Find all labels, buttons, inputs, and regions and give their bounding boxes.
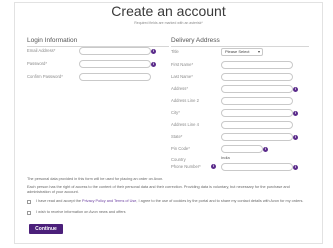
last-name-label: Last Name* xyxy=(171,74,193,79)
privacy-notice: The personal data provided in this form … xyxy=(27,177,164,181)
password-field[interactable] xyxy=(79,60,151,68)
delivery-heading: Delivery Address xyxy=(171,37,220,44)
terms-text-post: , I agree to the use of cookies by the p… xyxy=(136,199,304,203)
info-icon[interactable]: i xyxy=(151,62,156,67)
email-field[interactable] xyxy=(79,47,151,55)
address-field[interactable] xyxy=(221,85,293,93)
address-line2-field[interactable] xyxy=(221,97,293,105)
page-title: Create an account xyxy=(111,3,226,19)
first-name-label: First Name* xyxy=(171,62,194,67)
info-icon[interactable]: i xyxy=(211,164,216,169)
password-label: Password* xyxy=(27,61,48,66)
last-name-field[interactable] xyxy=(221,73,293,81)
phone-field[interactable] xyxy=(221,163,293,171)
address-line4-label: Address Line 4 xyxy=(171,122,199,127)
newsletter-checkbox[interactable] xyxy=(27,211,31,215)
continue-button[interactable]: Continue xyxy=(29,224,63,234)
title-select-value: Please Select xyxy=(225,49,250,54)
confirm-password-label: Confirm Password* xyxy=(27,74,63,79)
terms-checkbox[interactable] xyxy=(27,200,31,204)
page: Create an account Required fields are ma… xyxy=(0,0,333,248)
info-icon[interactable]: i xyxy=(293,87,298,92)
account-form-card: Create an account Required fields are ma… xyxy=(14,2,323,244)
pin-code-label: Pin Code* xyxy=(171,146,190,151)
delivery-divider xyxy=(171,46,309,47)
address-label: Address* xyxy=(171,86,188,91)
info-icon[interactable]: i xyxy=(263,147,268,152)
info-icon[interactable]: i xyxy=(293,135,298,140)
pin-code-field[interactable] xyxy=(221,145,263,153)
country-label: Country xyxy=(171,157,186,162)
login-heading: Login Information xyxy=(27,37,78,44)
terms-text-pre: I have read and accept the xyxy=(36,199,81,203)
first-name-field[interactable] xyxy=(221,61,293,69)
title-select[interactable]: Please Select ▾ xyxy=(221,48,263,56)
chevron-down-icon: ▾ xyxy=(257,49,260,54)
info-icon[interactable]: i xyxy=(293,165,298,170)
terms-text: I have read and accept the Privacy Polic… xyxy=(36,199,311,204)
email-label: Email Address* xyxy=(27,48,56,53)
newsletter-text: I wish to receive information on Avon ne… xyxy=(36,210,126,214)
confirm-password-field[interactable] xyxy=(79,73,151,81)
city-label: City* xyxy=(171,110,180,115)
privacy-rights: Each person has the right of access to t… xyxy=(27,185,290,194)
info-icon[interactable]: i xyxy=(151,49,156,54)
privacy-terms-link[interactable]: Privacy Policy and Terms of Use xyxy=(82,199,136,203)
country-value: India xyxy=(221,155,230,160)
state-label: State* xyxy=(171,134,183,139)
address-line4-field[interactable] xyxy=(221,121,293,129)
phone-label: Phone Number* xyxy=(171,164,201,169)
state-field[interactable] xyxy=(221,133,293,141)
page-subtitle: Required fields are marked with an aster… xyxy=(134,21,203,25)
city-field[interactable] xyxy=(221,109,293,117)
title-label: Title xyxy=(171,49,179,54)
info-icon[interactable]: i xyxy=(293,111,298,116)
address-line2-label: Address Line 2 xyxy=(171,98,199,103)
